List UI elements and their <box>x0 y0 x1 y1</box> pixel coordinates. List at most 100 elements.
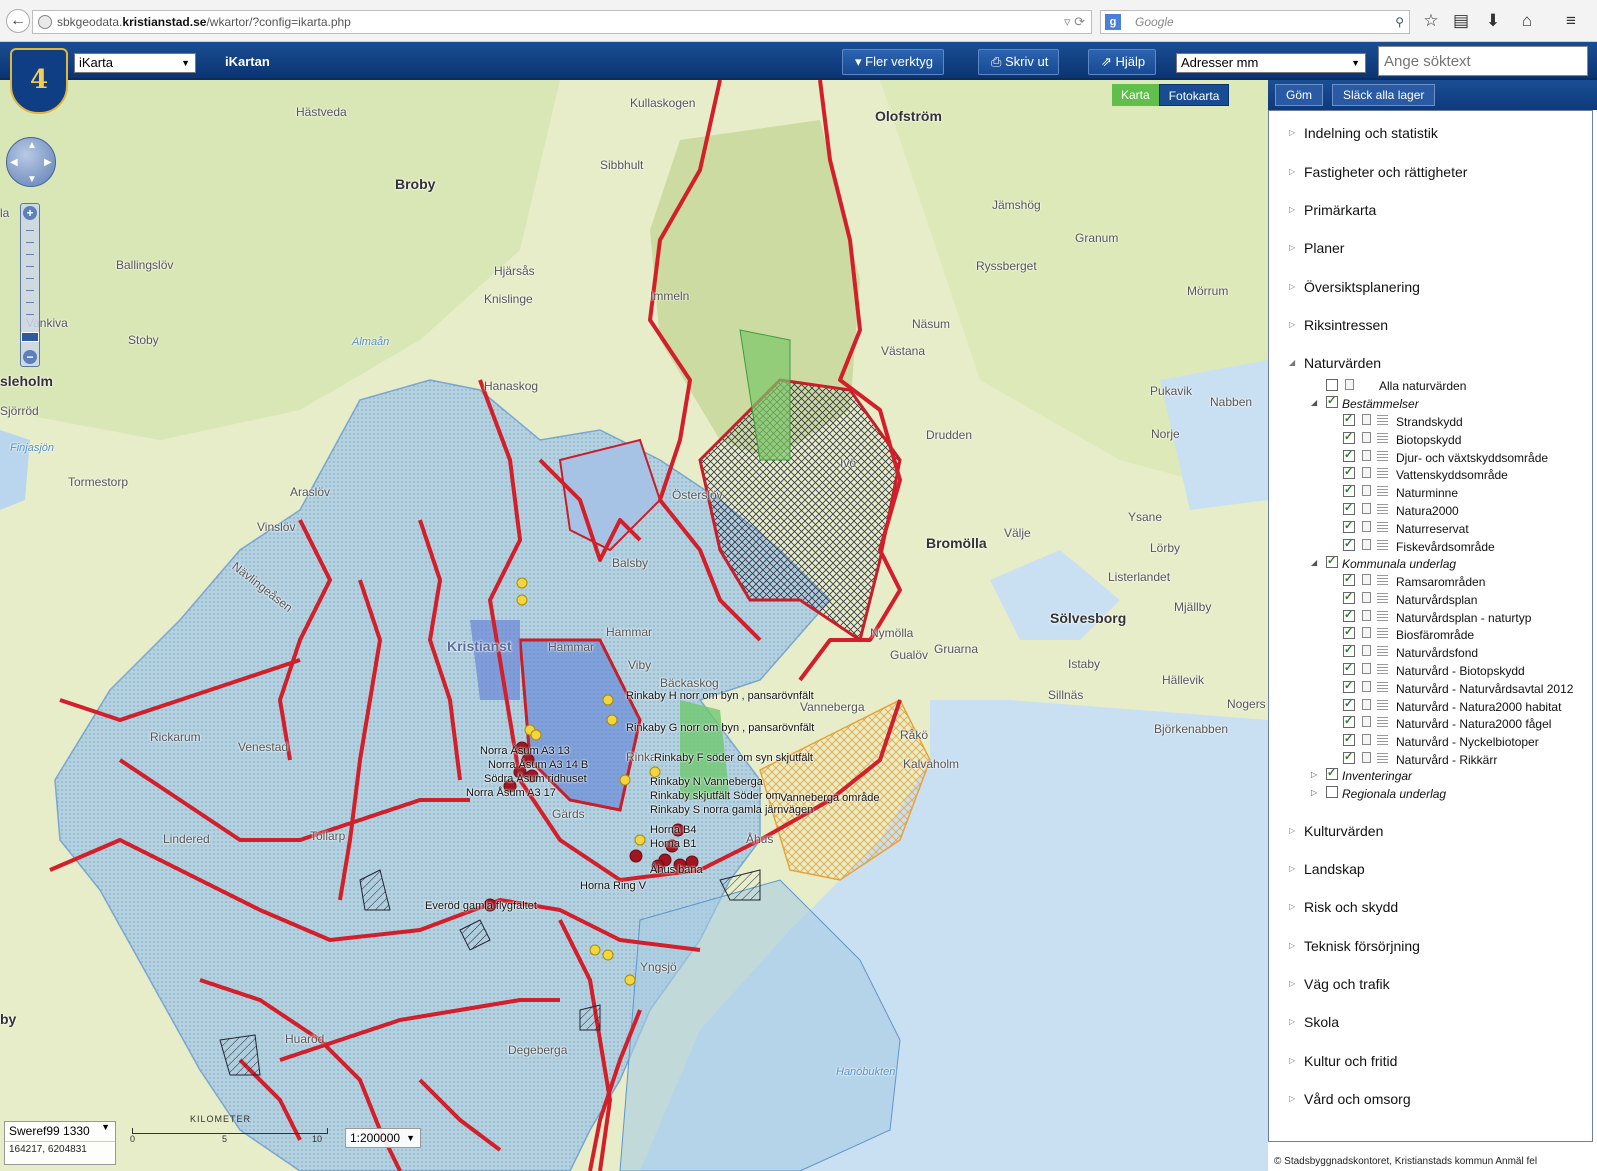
layer-checkbox[interactable] <box>1343 750 1355 764</box>
basemap-fotokarta-button[interactable]: Fotokarta <box>1158 84 1230 106</box>
address-bar[interactable]: sbkgeodata.kristianstad.se/wkartor/?conf… <box>32 10 1092 34</box>
layer-info-icon[interactable] <box>1362 609 1371 621</box>
layer-checkbox-kommunala[interactable] <box>1326 554 1338 568</box>
layer-checkbox[interactable] <box>1343 572 1355 586</box>
layer-info-icon[interactable] <box>1362 627 1371 639</box>
bookmark-star-icon[interactable]: ☆ <box>1420 10 1442 32</box>
layer-category-oversiktsplanering[interactable]: ▷ Översiktsplanering <box>1269 279 1592 295</box>
collapse-arrow-icon[interactable]: ◢ <box>1311 558 1317 567</box>
layer-checkbox[interactable] <box>1343 679 1355 693</box>
layer-category-skola[interactable]: ▷ Skola <box>1269 1014 1592 1030</box>
layer-category-risk[interactable]: ▷ Risk och skydd <box>1269 899 1592 915</box>
zoom-out-button[interactable]: − <box>23 350 37 364</box>
pan-right-icon[interactable]: ▶ <box>44 157 52 168</box>
layer-category-primarkarta[interactable]: ▷ Primärkarta <box>1269 202 1592 218</box>
pan-control[interactable]: ▲ ▼ ◀ ▶ <box>6 137 56 187</box>
layer-info-icon[interactable] <box>1362 734 1371 746</box>
address-search-type-select[interactable]: Adresser mm ▼ <box>1176 53 1366 73</box>
layer-checkbox-bestammelser[interactable] <box>1326 394 1338 408</box>
layer-checkbox[interactable] <box>1343 501 1355 515</box>
basemap-karta-button[interactable]: Karta <box>1112 84 1159 106</box>
layer-panel: ▷ Indelning och statistik ▷ Fastigheter oc… <box>1268 110 1593 1142</box>
collapse-arrow-icon[interactable]: ◢ <box>1311 398 1317 407</box>
layer-checkbox-alla[interactable] <box>1326 379 1338 391</box>
zoom-slider-handle[interactable] <box>21 332 39 342</box>
layer-info-icon[interactable] <box>1362 752 1371 763</box>
layer-category-kulturvarden[interactable]: ▷ Kulturvärden <box>1269 823 1592 839</box>
layer-info-icon[interactable] <box>1362 645 1371 657</box>
layer-info-icon[interactable] <box>1362 467 1371 479</box>
layer-info-icon[interactable] <box>1362 485 1371 497</box>
layer-checkbox[interactable] <box>1343 430 1355 444</box>
layer-info-icon[interactable] <box>1362 716 1371 728</box>
layer-info-icon[interactable] <box>1362 538 1371 550</box>
layer-info-icon[interactable] <box>1362 520 1371 532</box>
layer-checkbox[interactable] <box>1343 483 1355 498</box>
download-icon[interactable]: ⬇ <box>1482 10 1504 32</box>
map-label-backaskog: Bäckaskog <box>660 676 719 690</box>
layer-checkbox[interactable] <box>1343 412 1355 426</box>
layer-checkbox-regionala[interactable] <box>1326 786 1338 798</box>
zoom-in-button[interactable]: + <box>23 206 37 220</box>
search-input[interactable] <box>1378 46 1588 76</box>
layer-category-kultur[interactable]: ▷ Kultur och fritid <box>1269 1053 1592 1069</box>
bookmarks-list-icon[interactable]: ▤ <box>1450 10 1472 32</box>
layer-checkbox[interactable] <box>1343 590 1355 604</box>
layer-category-landskap[interactable]: ▷ Landskap <box>1269 861 1592 877</box>
help-button[interactable]: ⇗ Hjälp <box>1088 49 1157 75</box>
layer-category-fastigheter[interactable]: ▷ Fastigheter och rättigheter <box>1269 164 1592 180</box>
layer-info-icon[interactable] <box>1362 431 1371 443</box>
layer-checkbox[interactable] <box>1343 537 1355 551</box>
layer-checkbox[interactable] <box>1343 661 1355 675</box>
layer-checkbox[interactable] <box>1343 732 1355 747</box>
layer-checkbox[interactable] <box>1343 643 1355 658</box>
turn-off-all-layers-button[interactable]: Släck alla lager <box>1332 84 1436 106</box>
print-button[interactable]: ⎙ Skriv ut <box>978 49 1060 75</box>
layer-info-icon[interactable] <box>1362 503 1371 514</box>
crs-value: Sweref99 1330 <box>9 1124 90 1138</box>
reload-icon[interactable]: ▿ ⟳ <box>1064 11 1085 33</box>
pan-up-icon[interactable]: ▲ <box>27 140 37 151</box>
scale-select[interactable]: 1:200000 ▼ <box>345 1128 421 1148</box>
search-icon[interactable]: ⚲ <box>1395 11 1404 33</box>
menu-icon[interactable]: ≡ <box>1560 10 1582 32</box>
browser-search[interactable]: g Google ⚲ <box>1100 10 1410 34</box>
layer-category-planer[interactable]: ▷ Planer <box>1269 240 1592 256</box>
layer-category-vard[interactable]: ▷ Vård och omsorg <box>1269 1091 1592 1107</box>
layer-info-icon[interactable] <box>1362 663 1371 674</box>
back-button[interactable]: ← <box>6 9 30 33</box>
layer-category-riksintressen[interactable]: ▷ Riksintressen <box>1269 317 1592 333</box>
layer-info-icon[interactable] <box>1362 449 1371 461</box>
map-label-rinkaby-s: Rinkaby skjutfält Söder om <box>650 790 781 802</box>
layer-checkbox-inventeringar[interactable] <box>1326 766 1338 780</box>
expand-arrow-icon[interactable]: ▷ <box>1311 788 1317 797</box>
layer-info-icon[interactable] <box>1362 414 1371 425</box>
layer-category-vag[interactable]: ▷ Väg och trafik <box>1269 976 1592 992</box>
layer-info-icon[interactable] <box>1362 591 1371 603</box>
layer-checkbox[interactable] <box>1343 714 1355 729</box>
pan-left-icon[interactable]: ◀ <box>10 157 18 168</box>
more-tools-button[interactable]: ▾ Fler verktyg <box>842 49 945 75</box>
browser-search-placeholder: Google <box>1135 15 1174 29</box>
pan-down-icon[interactable]: ▼ <box>27 174 37 185</box>
layer-checkbox[interactable] <box>1343 519 1355 533</box>
layer-checkbox[interactable] <box>1343 465 1355 480</box>
map-canvas[interactable]: Olofström Broby Bromölla Sölvesborg sleh… <box>0 80 1268 1171</box>
layer-category-indelning[interactable]: ▷ Indelning och statistik <box>1269 125 1592 141</box>
home-icon[interactable]: ⌂ <box>1516 10 1538 32</box>
layer-checkbox[interactable] <box>1343 608 1355 622</box>
crs-select[interactable]: Sweref99 1330 ▼ <box>5 1122 115 1142</box>
layer-checkbox[interactable] <box>1343 625 1355 640</box>
hide-panel-button[interactable]: Göm <box>1275 84 1324 106</box>
layer-category-naturvarden[interactable]: ◢ Naturvärden <box>1269 355 1592 371</box>
layer-info-icon[interactable] <box>1362 574 1371 585</box>
layer-checkbox[interactable] <box>1343 697 1355 711</box>
layer-info-icon[interactable] <box>1362 698 1371 710</box>
layer-info-icon[interactable] <box>1362 680 1371 692</box>
layer-category-teknisk[interactable]: ▷ Teknisk försörjning <box>1269 938 1592 954</box>
layer-checkbox[interactable] <box>1343 448 1355 462</box>
zoom-control[interactable]: + − <box>20 203 40 367</box>
expand-arrow-icon[interactable]: ▷ <box>1311 770 1317 779</box>
map-select[interactable]: iKarta ▼ <box>74 53 196 73</box>
layer-info-icon[interactable] <box>1345 379 1354 390</box>
